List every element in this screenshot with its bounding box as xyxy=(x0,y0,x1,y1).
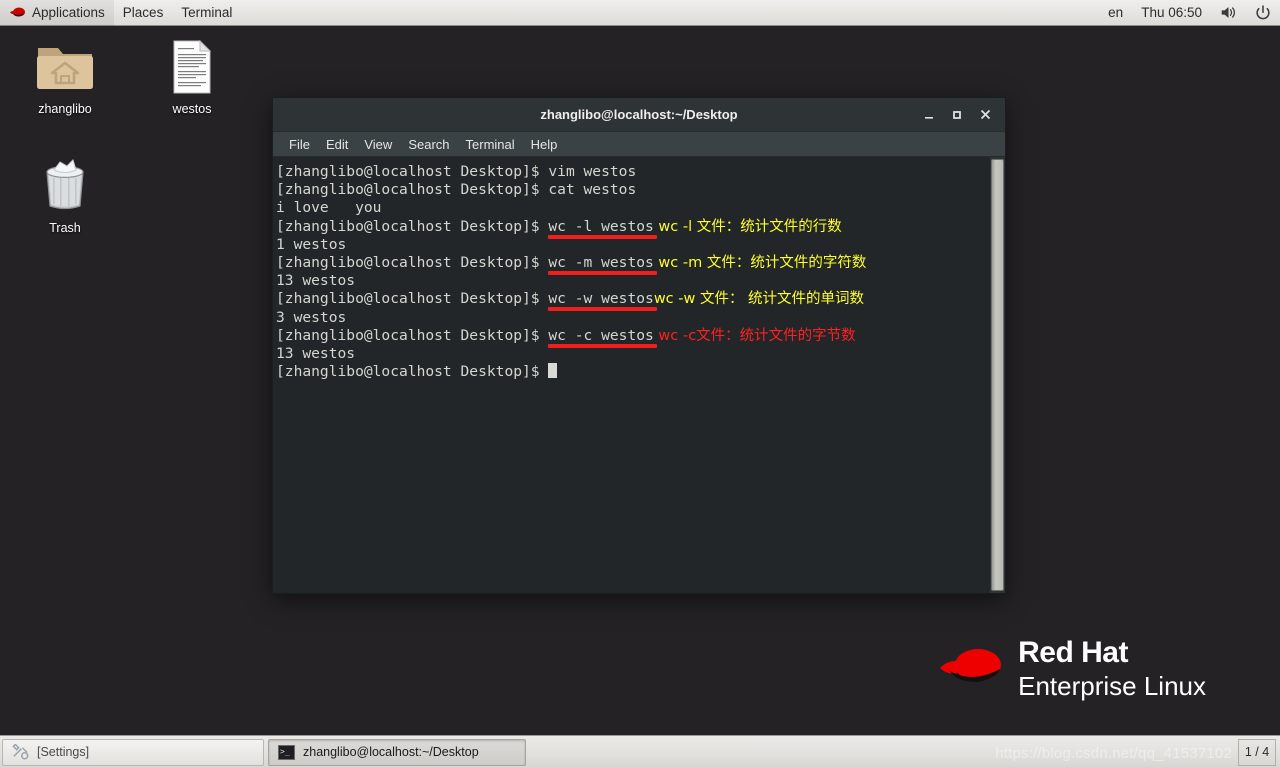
terminal-annotation: wc -l 文件：统计文件的行数 xyxy=(653,218,842,235)
close-icon xyxy=(980,109,990,120)
terminal-command: wc -c westos xyxy=(548,326,654,344)
workspace-switcher[interactable]: 1 / 4 xyxy=(1238,738,1276,766)
brand-line-2: Enterprise Linux xyxy=(1018,671,1206,701)
taskbar-item-label: zhanglibo@localhost:~/Desktop xyxy=(303,745,479,759)
terminal-annotation: wc -c文件：统计文件的字节数 xyxy=(653,327,856,344)
window-controls xyxy=(915,102,1005,128)
terminal-annotation: wc -m 文件：统计文件的字符数 xyxy=(653,254,867,271)
terminal-line: 3 westos xyxy=(276,309,990,327)
terminal-command: 1 westos xyxy=(276,235,347,253)
maximize-button[interactable] xyxy=(943,102,971,128)
applications-menu[interactable]: Applications xyxy=(0,0,114,26)
terminal-command: 13 westos xyxy=(276,344,356,362)
clock-label: Thu 06:50 xyxy=(1141,5,1202,20)
terminal-command: wc -w westos xyxy=(548,290,654,308)
top-panel-status-area: en Thu 06:50 xyxy=(1099,0,1280,26)
minimize-icon xyxy=(925,116,933,119)
top-panel: Applications Places Terminal en Thu 06:5… xyxy=(0,0,1280,26)
terminal-menu-label: Terminal xyxy=(181,5,233,20)
taskbar-item-settings[interactable]: [Settings] xyxy=(2,738,264,766)
redhat-hat-icon xyxy=(940,648,1002,682)
clock[interactable]: Thu 06:50 xyxy=(1132,0,1211,26)
power-button[interactable] xyxy=(1246,0,1280,26)
bottom-panel: [Settings] >_ zhanglibo@localhost:~/Desk… xyxy=(0,735,1280,768)
terminal-prompt: [zhanglibo@localhost Desktop]$ xyxy=(276,253,549,271)
tools-icon xyxy=(12,744,29,760)
terminal-command: i love you xyxy=(276,199,382,217)
terminal-menu[interactable]: Terminal xyxy=(172,0,241,26)
terminal-command: 3 westos xyxy=(276,308,347,326)
terminal-prompt: [zhanglibo@localhost Desktop]$ xyxy=(276,163,549,180)
terminal-command: 13 westos xyxy=(276,272,356,290)
taskbar-item-label: [Settings] xyxy=(37,745,90,759)
terminal-title-bar[interactable]: zhanglibo@localhost:~/Desktop xyxy=(273,98,1005,131)
terminal-line: 1 westos xyxy=(276,236,990,254)
applications-menu-label: Applications xyxy=(32,5,105,20)
terminal-body[interactable]: [zhanglibo@localhost Desktop]$ vim westo… xyxy=(273,157,1005,593)
terminal-prompt: [zhanglibo@localhost Desktop]$ xyxy=(276,181,549,199)
terminal-line: [zhanglibo@localhost Desktop]$ cat westo… xyxy=(276,181,990,199)
desktop-screen: Applications Places Terminal en Thu 06:5… xyxy=(0,0,1280,768)
desktop-icon-westos[interactable]: westos xyxy=(136,33,248,116)
terminal-line: [zhanglibo@localhost Desktop]$ vim westo… xyxy=(276,163,990,181)
terminal-line: [zhanglibo@localhost Desktop]$ wc -c wes… xyxy=(276,326,990,348)
terminal-cursor xyxy=(548,363,558,379)
menu-search[interactable]: Search xyxy=(400,134,457,155)
terminal-output[interactable]: [zhanglibo@localhost Desktop]$ vim westo… xyxy=(273,157,990,593)
terminal-scrollbar[interactable] xyxy=(990,157,1005,593)
volume-button[interactable] xyxy=(1211,0,1246,26)
terminal-icon: >_ xyxy=(278,744,295,760)
taskbar-item-terminal[interactable]: >_ zhanglibo@localhost:~/Desktop xyxy=(268,738,526,766)
keyboard-layout-label: en xyxy=(1108,5,1124,20)
places-menu[interactable]: Places xyxy=(114,0,173,26)
terminal-command: vim westos xyxy=(548,163,637,180)
minimize-button[interactable] xyxy=(915,102,943,128)
maximize-icon xyxy=(953,110,961,119)
text-document-icon xyxy=(169,33,215,95)
places-menu-label: Places xyxy=(122,5,164,20)
terminal-prompt: [zhanglibo@localhost Desktop]$ xyxy=(276,326,549,344)
terminal-prompt: [zhanglibo@localhost Desktop]$ xyxy=(276,217,549,235)
terminal-line: i love you xyxy=(276,199,990,217)
keyboard-layout-indicator[interactable]: en xyxy=(1099,0,1132,26)
menu-file[interactable]: File xyxy=(281,134,318,155)
menu-help[interactable]: Help xyxy=(523,134,566,155)
desktop-icon-label: westos xyxy=(172,102,212,116)
desktop-icon-label: Trash xyxy=(49,221,81,235)
trash-icon xyxy=(36,152,94,214)
desktop-icon-label: zhanglibo xyxy=(38,102,92,116)
brand-line-1: Red Hat xyxy=(1018,636,1128,669)
terminal-annotation: wc -w 文件： 统计文件的单词数 xyxy=(653,291,865,308)
terminal-line: [zhanglibo@localhost Desktop]$ xyxy=(276,363,990,381)
terminal-prompt: [zhanglibo@localhost Desktop]$ xyxy=(276,290,549,308)
close-button[interactable] xyxy=(971,102,999,128)
menu-edit[interactable]: Edit xyxy=(318,134,356,155)
rhel-brand-logo: Red Hat Enterprise Linux xyxy=(938,638,1206,699)
terminal-prompt: [zhanglibo@localhost Desktop]$ xyxy=(276,363,549,381)
terminal-title: zhanglibo@localhost:~/Desktop xyxy=(540,107,738,122)
scrollbar-thumb[interactable] xyxy=(991,159,1004,591)
menu-terminal[interactable]: Terminal xyxy=(458,134,523,155)
terminal-menu-bar: File Edit View Search Terminal Help xyxy=(273,131,1005,157)
terminal-line: [zhanglibo@localhost Desktop]$ wc -l wes… xyxy=(276,217,990,239)
home-folder-icon xyxy=(34,33,96,95)
terminal-line: 13 westos xyxy=(276,345,990,363)
volume-icon xyxy=(1221,6,1235,19)
terminal-line: [zhanglibo@localhost Desktop]$ wc -m wes… xyxy=(276,253,990,275)
desktop-icon-zhanglibo[interactable]: zhanglibo xyxy=(9,33,121,116)
menu-view[interactable]: View xyxy=(356,134,400,155)
terminal-window[interactable]: zhanglibo@localhost:~/Desktop File Edit … xyxy=(272,97,1006,594)
terminal-command: wc -m westos xyxy=(548,253,654,271)
terminal-line: 13 westos xyxy=(276,272,990,290)
power-icon xyxy=(1256,4,1270,19)
redhat-logo-icon xyxy=(10,7,25,17)
terminal-command: wc -l westos xyxy=(548,217,654,235)
terminal-line: [zhanglibo@localhost Desktop]$ wc -w wes… xyxy=(276,290,990,312)
workspace-label: 1 / 4 xyxy=(1244,745,1270,759)
desktop-icon-trash[interactable]: Trash xyxy=(9,152,121,235)
terminal-command: cat westos xyxy=(548,181,637,199)
